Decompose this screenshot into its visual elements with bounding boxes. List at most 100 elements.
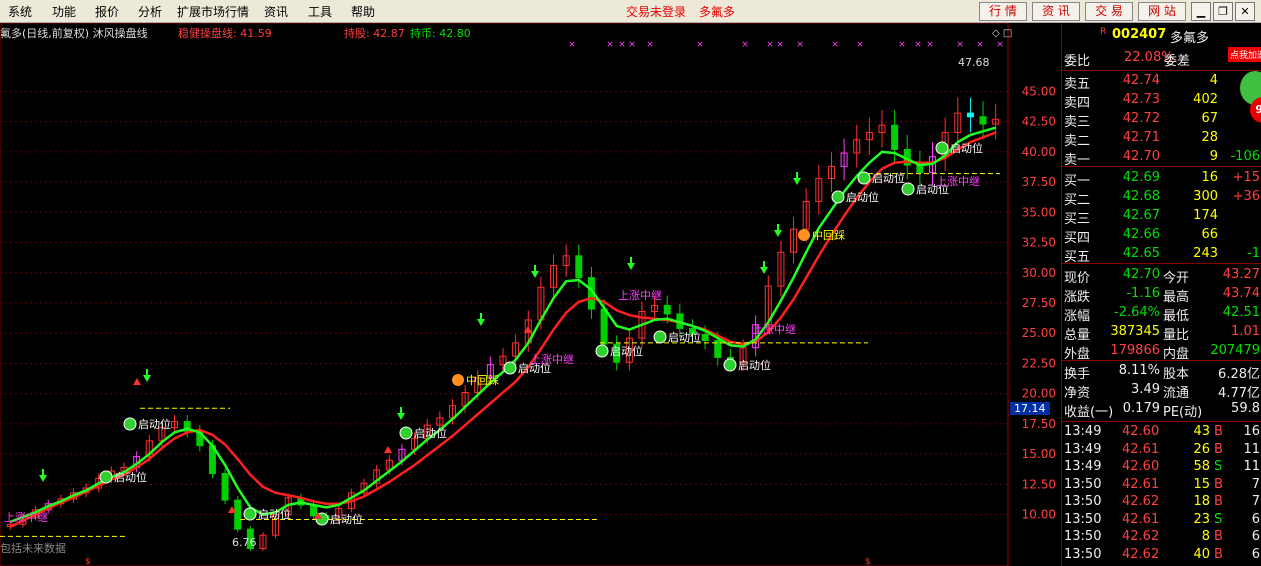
annotation-start: 启动位 (950, 141, 983, 155)
level-volume: 28 (1201, 130, 1218, 145)
annotation-start-icon (243, 507, 257, 521)
tick-row: 13:49 42.60 43 B 16 (1062, 424, 1261, 442)
stat-label: 涨跌 (1064, 290, 1091, 305)
stock-code: 002407 (1112, 27, 1167, 42)
signal-marker: × (741, 40, 749, 50)
tick-volume: 43 (1193, 424, 1210, 439)
menu-item-quote[interactable]: 报价 (95, 3, 119, 20)
level-price: 42.69 (1122, 170, 1160, 185)
tick-time: 13:49 (1064, 441, 1102, 457)
restore-icon[interactable]: ❐ (1213, 2, 1233, 21)
annotation-start: 启动位 (738, 358, 771, 372)
menu-item-news[interactable]: 资讯 (264, 3, 288, 20)
tick-side: S (1214, 459, 1223, 474)
stock-name: 多氟多 (1170, 31, 1210, 46)
stat-value: 42.51 (1222, 305, 1260, 320)
nav-button-trade[interactable]: 交 易 (1085, 2, 1133, 21)
y-tick-label: 27.50 (1022, 296, 1056, 310)
speed-button[interactable]: 点我加速 (1228, 47, 1261, 62)
stat-label: 总量 (1064, 328, 1091, 343)
stat-label: 收益(一) (1064, 405, 1114, 420)
stat-label: 现价 (1064, 271, 1091, 286)
tick-side: B (1214, 424, 1223, 439)
signal-marker: × (646, 40, 654, 50)
stat-value: 0.179 (1122, 401, 1160, 416)
menu-item-tools[interactable]: 工具 (308, 3, 332, 20)
down-arrow-icon (39, 475, 47, 482)
level-volume: 67 (1201, 111, 1218, 126)
stat-label: 股本 (1163, 367, 1190, 382)
y-tick-label: 22.50 (1022, 356, 1056, 370)
tick-count: 7 (1251, 494, 1260, 509)
menu-item-function[interactable]: 功能 (52, 3, 76, 20)
tick-row: 13:50 42.61 23 S 6 (1062, 512, 1261, 530)
divider (1062, 421, 1261, 422)
y-tick-label: 30.00 (1022, 266, 1056, 280)
menu-item-extended-market[interactable]: 扩展市场行情 (177, 3, 249, 20)
annotation-start-icon (723, 358, 737, 372)
stat-row: 净资 3.49 流通 4.77亿 (1062, 382, 1261, 401)
level-volume: 300 (1193, 189, 1218, 204)
buy-level-row: 买一 42.69 16 +15 (1062, 170, 1261, 189)
level-volume: 9 (1209, 149, 1218, 164)
annotation-start: 启动位 (114, 470, 147, 484)
tick-side: B (1214, 494, 1223, 509)
stat-label: 最低 (1163, 309, 1190, 324)
sell-level-row: 卖二 42.71 28 (1062, 130, 1261, 149)
y-tick-label: 42.50 (1022, 115, 1056, 129)
candle-body (575, 255, 583, 279)
tick-row: 13:50 42.62 8 B 6 (1062, 529, 1261, 547)
y-tick-label: 10.00 (1022, 508, 1056, 522)
level-change: +15 (1232, 170, 1260, 185)
level-label: 卖四 (1064, 96, 1091, 111)
up-arrow-icon (384, 446, 392, 453)
close-icon[interactable]: ✕ (1235, 2, 1255, 21)
down-arrow-icon (531, 271, 539, 278)
kline-canvas[interactable]: 45.00 42.50 40.00 37.50 35.00 32.50 30.00 27.50… (0, 23, 1060, 566)
tick-price: 42.62 (1122, 529, 1160, 544)
menu-item-analysis[interactable]: 分析 (138, 3, 162, 20)
menu-item-system[interactable]: 系统 (8, 3, 32, 20)
level-label: 卖三 (1064, 115, 1091, 130)
stat-label: 最高 (1163, 290, 1190, 305)
level-volume: 4 (1209, 73, 1218, 88)
level-price: 42.74 (1122, 73, 1160, 88)
tick-side: B (1214, 546, 1223, 562)
kline-chart[interactable]: 45.00 42.50 40.00 37.50 35.00 32.50 30.00 27.50… (0, 23, 1060, 566)
tick-count: 11 (1243, 441, 1260, 457)
green-operation-line (9, 126, 997, 524)
stat-row: 总量 387345 量比 1.01 (1062, 324, 1261, 343)
tick-volume: 23 (1193, 511, 1210, 527)
menu-item-help[interactable]: 帮助 (351, 3, 375, 20)
annotation-start-icon (595, 344, 609, 358)
signal-marker: × (776, 40, 784, 50)
chart-options-icon: ◇ □ (992, 28, 1012, 39)
level-label: 买二 (1064, 193, 1091, 208)
minimize-icon[interactable]: ▁ (1191, 2, 1211, 21)
y-tick-label: 20.00 (1022, 387, 1056, 401)
nav-button-news[interactable]: 资 讯 (1032, 2, 1080, 21)
tick-count: 6 (1251, 529, 1260, 544)
stat-value: 43.27 (1222, 267, 1260, 282)
annotation-relay: 上涨中继 (530, 353, 574, 366)
stat-value: 42.70 (1122, 267, 1160, 282)
tick-time: 13:50 (1064, 494, 1102, 509)
level-price: 42.71 (1122, 130, 1160, 145)
tick-row: 13:50 42.61 15 B 7 (1062, 477, 1261, 495)
signal-marker: × (856, 40, 864, 50)
stat-value: 387345 (1110, 324, 1160, 339)
nav-button-site[interactable]: 网 站 (1138, 2, 1186, 21)
sell-level-row: 卖五 42.74 4 (1062, 73, 1261, 92)
level-price: 42.68 (1122, 189, 1160, 204)
annotation-relay: 上涨中继 (936, 175, 980, 188)
stat-label: 今开 (1163, 271, 1190, 286)
annotation-start-icon (653, 330, 667, 344)
level-label: 买一 (1064, 174, 1091, 189)
tick-row: 13:50 42.62 18 B 7 (1062, 494, 1261, 512)
candle-body (979, 116, 987, 125)
dividend-marker: $ (865, 557, 871, 566)
min-price-label: 6.76 (232, 536, 257, 549)
signal-marker: × (766, 40, 774, 50)
nav-button-market[interactable]: 行 情 (979, 2, 1027, 21)
down-arrow-icon (477, 319, 485, 326)
